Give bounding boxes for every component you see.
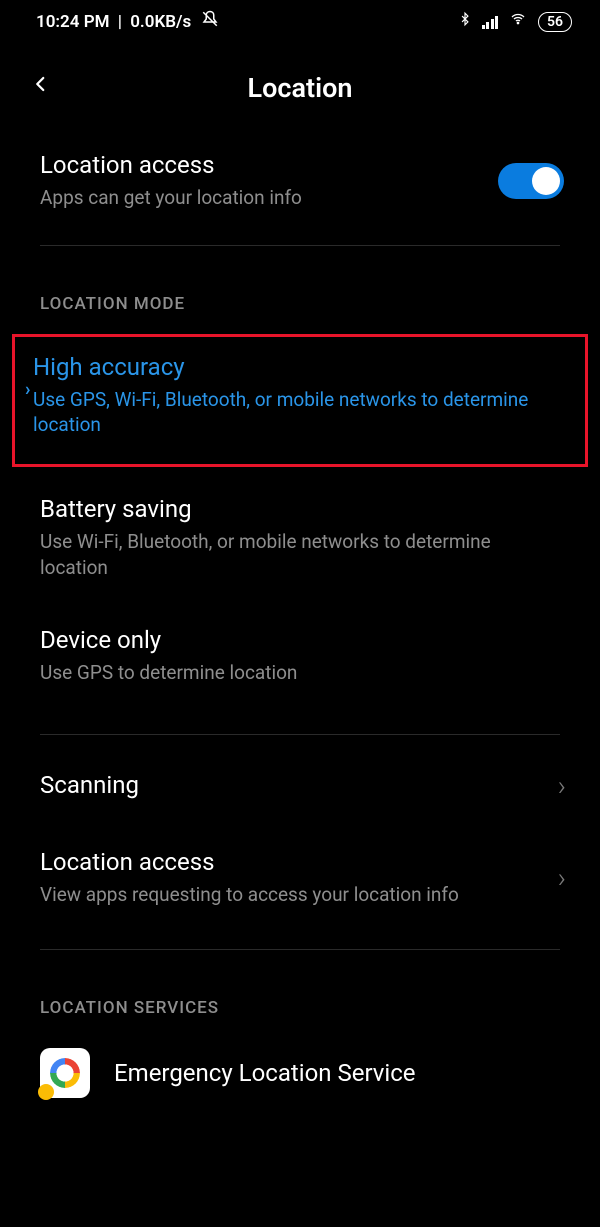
google-icon — [40, 1048, 90, 1098]
chevron-right-icon: › — [558, 861, 566, 894]
status-right: 56 — [458, 10, 573, 33]
location-access-row[interactable]: Location access Apps can get your locati… — [0, 131, 600, 231]
mode-high-title: High accuracy — [33, 353, 557, 381]
mode-battery-title: Battery saving — [40, 495, 560, 523]
location-access-apps-subtitle: View apps requesting to access your loca… — [40, 882, 558, 908]
mode-device-subtitle: Use GPS to determine location — [40, 660, 560, 686]
section-label-services: LOCATION SERVICES — [0, 950, 600, 1030]
location-access-apps-title: Location access — [40, 848, 558, 876]
scanning-title: Scanning — [40, 771, 558, 799]
status-bar: 10:24 PM | 0.0KB/s 56 — [0, 0, 600, 39]
scanning-row[interactable]: Scanning › — [0, 735, 600, 836]
location-access-title: Location access — [40, 151, 498, 179]
mode-battery-saving[interactable]: Battery saving Use Wi-Fi, Bluetooth, or … — [0, 467, 600, 598]
status-time: 10:24 PM — [36, 12, 110, 32]
mode-high-accuracy[interactable]: High accuracy Use GPS, Wi-Fi, Bluetooth,… — [33, 353, 557, 438]
status-speed: 0.0KB/s — [130, 12, 191, 32]
bluetooth-icon — [458, 10, 472, 33]
dnd-icon — [201, 10, 219, 33]
location-access-toggle[interactable] — [498, 163, 564, 199]
highlight-annotation: › High accuracy Use GPS, Wi-Fi, Bluetoot… — [12, 334, 588, 467]
mode-device-title: Device only — [40, 626, 560, 654]
wifi-icon — [508, 11, 528, 32]
back-button[interactable] — [32, 69, 50, 107]
section-label-mode: LOCATION MODE — [0, 246, 600, 326]
status-left: 10:24 PM | 0.0KB/s — [36, 10, 219, 33]
emergency-location-service-row[interactable]: Emergency Location Service — [0, 1030, 600, 1116]
location-access-apps-row[interactable]: Location access View apps requesting to … — [0, 836, 600, 930]
page-header: Location — [0, 39, 600, 131]
mode-high-subtitle: Use GPS, Wi-Fi, Bluetooth, or mobile net… — [33, 387, 557, 438]
mode-battery-subtitle: Use Wi-Fi, Bluetooth, or mobile networks… — [40, 529, 560, 580]
battery-indicator: 56 — [538, 12, 572, 32]
mode-device-only[interactable]: Device only Use GPS to determine locatio… — [0, 598, 600, 704]
page-title: Location — [0, 72, 600, 104]
selected-indicator-icon: › — [25, 379, 30, 400]
location-access-subtitle: Apps can get your location info — [40, 185, 498, 211]
emergency-service-title: Emergency Location Service — [114, 1059, 416, 1087]
signal-icon — [482, 15, 499, 29]
chevron-right-icon: › — [558, 769, 566, 802]
